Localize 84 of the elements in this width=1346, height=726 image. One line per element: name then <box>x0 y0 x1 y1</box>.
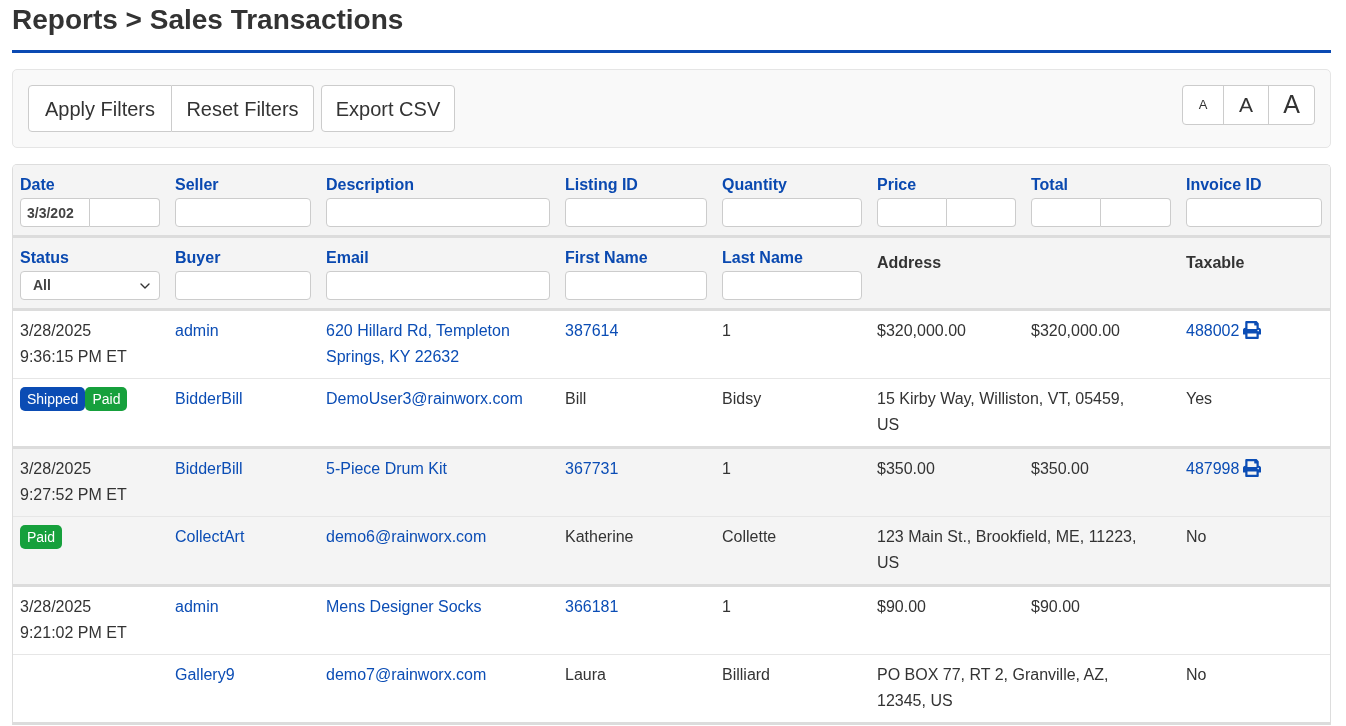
quantity-text: 1 <box>722 322 731 339</box>
order-number-link[interactable]: 488002 <box>1186 318 1240 344</box>
range-from-input[interactable] <box>1031 198 1101 227</box>
item-number-link[interactable]: 387614 <box>565 322 619 339</box>
last-name-text: Billiard <box>722 666 770 683</box>
column-sort-link[interactable]: Last Name <box>722 247 803 269</box>
price-text: $320,000.00 <box>877 322 966 339</box>
column-sort-link[interactable]: Buyer <box>175 247 221 269</box>
total-text: $320,000.00 <box>1031 322 1120 339</box>
column-header: Taxable <box>1186 253 1245 273</box>
text-size-button[interactable]: A <box>1268 86 1314 124</box>
sale-date-text: 3/28/2025 9:21:02 PM ET <box>20 597 128 643</box>
text-size-button[interactable]: A <box>1183 86 1223 124</box>
text-size-button[interactable]: A <box>1223 86 1268 124</box>
item-title-link[interactable]: 620 Hillard Rd, Templeton Springs, KY 22632 <box>326 318 550 370</box>
quantity-text: 1 <box>722 598 731 615</box>
column-header: Address <box>877 253 942 273</box>
column-sort-link[interactable]: Seller <box>175 174 219 196</box>
taxable-text: No <box>1186 666 1207 683</box>
column-sort-link[interactable]: Listing ID <box>565 174 638 196</box>
price-text: $350.00 <box>877 460 935 477</box>
reset-filters-button[interactable]: Reset Filters <box>172 85 314 132</box>
filter-input[interactable] <box>565 271 707 300</box>
username-link[interactable]: admin <box>175 598 219 615</box>
taxable-text: Yes <box>1186 390 1213 407</box>
column-sort-link[interactable]: Description <box>326 174 414 196</box>
range-from-input[interactable] <box>877 198 947 227</box>
sale-date-text: 3/28/2025 9:27:52 PM ET <box>20 459 128 505</box>
username-link[interactable]: Gallery9 <box>175 666 235 683</box>
status-tag: Paid <box>20 525 63 549</box>
taxable-text: No <box>1186 528 1207 545</box>
last-name-text: Bidsy <box>722 390 762 407</box>
filter-input[interactable] <box>722 271 862 300</box>
filter-input[interactable] <box>326 198 550 227</box>
column-sort-link[interactable]: First Name <box>565 247 648 269</box>
printer-icon[interactable] <box>1243 321 1262 339</box>
item-title-link[interactable]: 5-Piece Drum Kit <box>326 456 550 482</box>
mailto-link[interactable]: DemoUser3@rainworx.com <box>326 390 523 407</box>
filter-input[interactable] <box>175 271 311 300</box>
export-csv-button[interactable]: Export CSV <box>321 85 455 132</box>
first-name-text: Laura <box>565 666 606 683</box>
column-sort-link[interactable]: Status <box>20 247 69 269</box>
username-link[interactable]: BidderBill <box>175 390 243 407</box>
total-text: $90.00 <box>1031 598 1080 615</box>
total-text: $350.00 <box>1031 460 1089 477</box>
address-text: 123 Main St., Brookfield, ME, 11223, US <box>877 528 1137 571</box>
filter-input[interactable] <box>565 198 707 227</box>
item-title-link[interactable]: Mens Designer Socks <box>326 594 550 620</box>
username-link[interactable]: CollectArt <box>175 528 245 545</box>
address-text: PO BOX 77, RT 2, Granville, AZ, 12345, US <box>877 666 1109 709</box>
quantity-text: 1 <box>722 460 731 477</box>
apply-filters-button[interactable]: Apply Filters <box>28 85 172 132</box>
username-link[interactable]: admin <box>175 322 219 339</box>
address-text: 15 Kirby Way, Williston, VT, 05459, US <box>877 390 1125 433</box>
filter-input[interactable] <box>722 198 862 227</box>
username-link[interactable]: BidderBill <box>175 460 243 477</box>
column-sort-link[interactable]: Quantity <box>722 174 787 196</box>
column-sort-link[interactable]: Email <box>326 247 369 269</box>
filter-input[interactable] <box>175 198 311 227</box>
status-tag: Shipped <box>20 387 86 411</box>
range-to-input[interactable] <box>946 198 1016 227</box>
filter-input[interactable] <box>1186 198 1322 227</box>
item-number-link[interactable]: 366181 <box>565 598 619 615</box>
last-name-text: Collette <box>722 528 777 545</box>
item-number-link[interactable]: 367731 <box>565 460 619 477</box>
range-from-input[interactable]: 3/3/202 <box>20 198 90 227</box>
column-sort-link[interactable]: Price <box>877 174 917 196</box>
status-select[interactable]: All <box>20 271 160 300</box>
printer-icon[interactable] <box>1243 459 1262 477</box>
mailto-link[interactable]: demo7@rainworx.com <box>326 666 487 683</box>
order-number-link[interactable]: 487998 <box>1186 456 1240 482</box>
column-sort-link[interactable]: Total <box>1031 174 1069 196</box>
column-sort-link[interactable]: Date <box>20 174 55 196</box>
range-to-input[interactable] <box>90 198 160 227</box>
status-tag: Paid <box>85 387 128 411</box>
page-title: Reports > Sales Transactions <box>12 3 404 37</box>
price-text: $90.00 <box>877 598 926 615</box>
sale-date-text: 3/28/2025 9:36:15 PM ET <box>20 321 128 367</box>
first-name-text: Katherine <box>565 528 634 545</box>
mailto-link[interactable]: demo6@rainworx.com <box>326 528 487 545</box>
column-sort-link[interactable]: Invoice ID <box>1186 174 1262 196</box>
filter-input[interactable] <box>326 271 550 300</box>
range-to-input[interactable] <box>1101 198 1171 227</box>
first-name-text: Bill <box>565 390 587 407</box>
